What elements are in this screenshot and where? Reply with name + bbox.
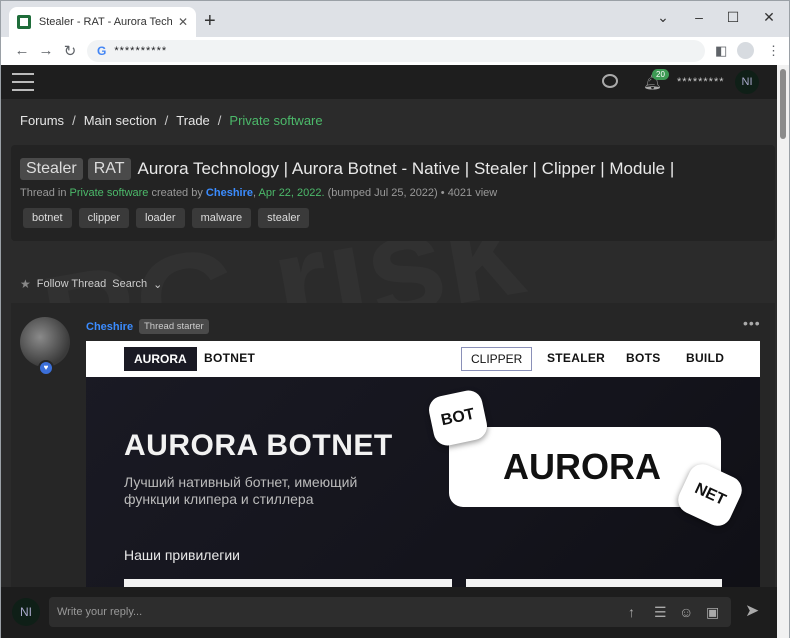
meta-forum-link[interactable]: Private software <box>70 187 149 199</box>
tab-close-icon[interactable]: ✕ <box>178 15 188 29</box>
heart-badge-icon: ♥ <box>38 360 54 376</box>
breadcrumb-trade[interactable]: Trade <box>176 113 209 128</box>
banner-privileges: Наши привилегии <box>124 547 240 563</box>
url-input[interactable]: G ********** <box>87 40 705 62</box>
banner-subtitle-line1: Лучший нативный ботнет, имеющий <box>124 474 358 490</box>
tag-botnet[interactable]: botnet <box>23 208 72 228</box>
profile-icon[interactable] <box>737 42 754 59</box>
prefix-stealer[interactable]: Stealer <box>20 158 83 180</box>
breadcrumb-separator: / <box>72 113 76 128</box>
chevron-down-icon[interactable]: ⌄ <box>153 278 162 291</box>
meta-bumped: (bumped Jul 25, 2022) <box>327 187 438 199</box>
thread-title-row: Stealer RAT Aurora Technology | Aurora B… <box>20 158 674 180</box>
breadcrumb-separator: / <box>217 113 222 128</box>
chat-icon[interactable] <box>602 74 618 88</box>
browser-window: Stealer - RAT - Aurora Technology ✕ + ⌄ … <box>0 0 790 638</box>
breadcrumb-forums[interactable]: Forums <box>20 113 64 128</box>
banner-nav-build: BUILD <box>686 351 725 365</box>
meta-prefix: Thread in <box>20 187 67 199</box>
search-button[interactable]: Search <box>112 278 147 290</box>
address-bar: ← → ↻ G ********** ◧ ⋮ <box>1 37 789 65</box>
tag-clipper[interactable]: clipper <box>78 208 129 228</box>
reply-bar: NI Write your reply... ↑ ☰ ☺ ▣ ➤ <box>1 587 777 638</box>
emoji-icon[interactable]: ☺ <box>679 604 693 620</box>
back-icon[interactable]: ← <box>13 42 31 59</box>
tab-title: Stealer - RAT - Aurora Technology <box>38 16 172 28</box>
thread-meta: Thread in Private software created by Ch… <box>20 187 498 199</box>
banner-nav: AURORA BOTNET CLIPPER STEALER BOTS BUILD <box>86 341 760 377</box>
banner-subtitle-line2: функции клипера и стиллера <box>124 491 314 507</box>
google-icon: G <box>97 44 107 58</box>
maximize-button[interactable]: ☐ <box>723 9 743 26</box>
scrollbar-thumb[interactable] <box>780 69 786 139</box>
notification-badge: 20 <box>652 69 669 80</box>
tab-search-icon[interactable]: ⌄ <box>653 9 673 26</box>
reply-avatar[interactable]: NI <box>12 598 40 626</box>
hamburger-menu-icon[interactable] <box>12 73 34 91</box>
breadcrumb-separator: / <box>164 113 169 128</box>
upload-arrow-icon[interactable]: ↑ <box>628 604 635 620</box>
breadcrumb: Forums / Main section / Trade / Private … <box>20 113 323 128</box>
tag-stealer[interactable]: stealer <box>258 208 310 228</box>
meta-created: created by <box>151 187 203 199</box>
image-icon[interactable]: ▣ <box>706 604 719 621</box>
banner-nav-clipper: CLIPPER <box>461 347 533 371</box>
top-nav: 🔔︎ 20 ********* NI <box>1 65 777 99</box>
list-icon[interactable]: ☰ <box>654 604 667 621</box>
banner-nav-bots: BOTS <box>626 351 661 365</box>
banner-title: AURORA BOTNET <box>124 429 393 462</box>
url-text: ********** <box>114 45 168 57</box>
thread-actions: ★ Follow Thread Search ⌄ <box>20 277 162 291</box>
close-window-button[interactable]: ✕ <box>759 9 779 26</box>
meta-views: • 4021 view <box>440 187 498 199</box>
post-menu-icon[interactable]: ••• <box>743 315 761 331</box>
banner-subtitle: Лучший нативный ботнет, имеющий функции … <box>124 474 357 508</box>
banner-nav-aurora: AURORA <box>124 347 197 371</box>
meta-date[interactable]: Apr 22, 2022. <box>259 187 325 199</box>
thread-starter-badge: Thread starter <box>139 319 209 334</box>
page-scrollbar[interactable] <box>777 65 789 638</box>
forum-page: PC risk 🔔︎ 20 ********* NI Forums / Main… <box>1 65 789 638</box>
new-tab-button[interactable]: + <box>204 11 216 31</box>
site-favicon-icon <box>17 15 31 29</box>
banner-nav-botnet: BOTNET <box>204 351 256 365</box>
post-author[interactable]: Cheshire <box>86 321 133 333</box>
nav-username[interactable]: ********* <box>677 76 725 88</box>
tag-malware[interactable]: malware <box>191 208 252 228</box>
prefix-rat[interactable]: RAT <box>87 158 131 180</box>
star-icon: ★ <box>20 277 31 291</box>
minimize-button[interactable]: – <box>689 9 709 25</box>
reload-icon[interactable]: ↻ <box>61 42 79 60</box>
meta-author-link[interactable]: Cheshire <box>206 187 253 199</box>
side-panel-icon[interactable]: ◧ <box>715 43 727 59</box>
aurora-logo-text: AURORA <box>503 446 661 487</box>
thread-header: Stealer RAT Aurora Technology | Aurora B… <box>11 145 775 241</box>
menu-kebab-icon[interactable]: ⋮ <box>767 43 780 59</box>
breadcrumb-main-section[interactable]: Main section <box>84 113 157 128</box>
banner-nav-stealer: STEALER <box>547 351 606 365</box>
send-icon[interactable]: ➤ <box>745 601 759 621</box>
tab-bar: Stealer - RAT - Aurora Technology ✕ + ⌄ … <box>1 1 789 37</box>
forward-icon[interactable]: → <box>37 42 55 59</box>
nav-avatar[interactable]: NI <box>735 70 759 94</box>
browser-tab[interactable]: Stealer - RAT - Aurora Technology ✕ <box>9 7 196 37</box>
tag-loader[interactable]: loader <box>136 208 185 228</box>
thread-title: Aurora Technology | Aurora Botnet - Nati… <box>137 159 675 178</box>
breadcrumb-private-software[interactable]: Private software <box>229 113 322 128</box>
tag-list: botnet clipper loader malware stealer <box>23 208 310 228</box>
follow-thread-button[interactable]: Follow Thread <box>37 278 107 290</box>
